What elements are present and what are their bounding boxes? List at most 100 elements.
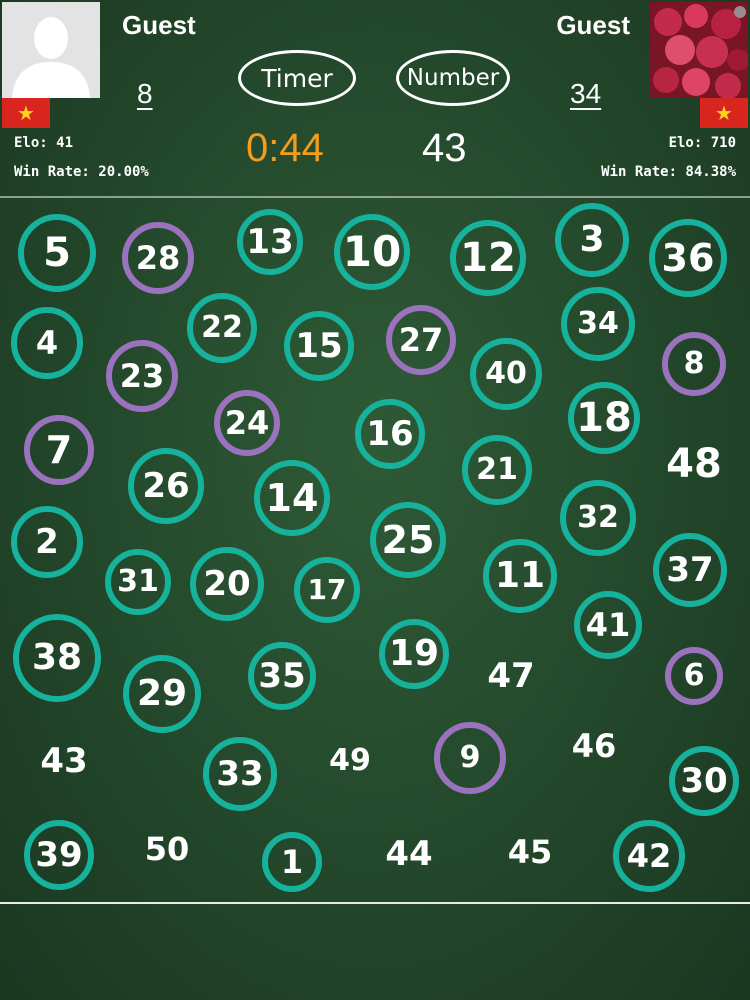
number-tile[interactable]: 15 [279, 306, 359, 386]
tile-number: 50 [144, 830, 190, 868]
number-tile[interactable]: 12 [448, 218, 528, 298]
number-tile[interactable]: 34 [558, 284, 638, 364]
tile-number: 32 [577, 500, 619, 535]
tile-number: 2 [35, 522, 59, 562]
player-left-avatar [2, 2, 100, 98]
tile-number: 27 [398, 321, 444, 359]
number-tile[interactable]: 6 [654, 636, 734, 716]
player-right-win-rate: Win Rate: 84.38% [601, 164, 736, 180]
tile-number: 42 [626, 837, 672, 875]
tile-number: 25 [381, 518, 435, 562]
tile-number: 24 [224, 404, 270, 442]
number-tile[interactable]: 25 [368, 500, 448, 580]
tile-number: 5 [43, 230, 71, 276]
number-tile[interactable]: 40 [466, 334, 546, 414]
number-tile[interactable]: 23 [102, 336, 182, 416]
number-tile[interactable]: 4 [7, 303, 87, 383]
number-tile[interactable]: 5 [17, 213, 97, 293]
timer-button[interactable]: Timer [238, 50, 356, 106]
tile-number: 43 [40, 741, 88, 781]
number-tile[interactable]: 3 [552, 200, 632, 280]
number-tile[interactable]: 29 [122, 654, 202, 734]
tile-number: 18 [576, 395, 632, 441]
number-tile[interactable]: 13 [230, 202, 310, 282]
tile-number: 15 [295, 326, 343, 366]
player-right-score: 34 [570, 78, 602, 109]
player-right-name: Guest [556, 10, 630, 40]
tile-number: 7 [45, 428, 73, 472]
game-header: ★ Guest 8 Elo: 41 Win Rate: 20.00% ★ Gue… [0, 0, 750, 195]
board-bottom-line [0, 902, 750, 904]
player-right-elo: Elo: 710 [668, 135, 736, 151]
number-tile[interactable]: 30 [664, 741, 744, 821]
tile-number: 39 [35, 835, 83, 875]
number-tile[interactable]: 37 [650, 530, 730, 610]
target-number: 43 [422, 126, 467, 170]
number-tile[interactable]: 24 [207, 383, 287, 463]
tile-number: 16 [366, 414, 414, 454]
number-tile[interactable]: 43 [24, 721, 104, 801]
number-tile[interactable]: 49 [310, 721, 390, 801]
number-tile[interactable]: 50 [127, 809, 207, 889]
number-tile[interactable]: 8 [654, 324, 734, 404]
number-tile[interactable]: 35 [242, 636, 322, 716]
number-tile[interactable]: 7 [19, 410, 99, 490]
tile-number: 8 [683, 346, 705, 381]
number-tile[interactable]: 9 [430, 718, 510, 798]
timer-countdown: 0:44 [246, 126, 324, 170]
number-button[interactable]: Number [396, 50, 510, 106]
number-tile[interactable]: 38 [13, 614, 101, 702]
number-tile[interactable]: 26 [126, 446, 206, 526]
number-tile[interactable]: 10 [332, 212, 412, 292]
number-board: 5 28 13 10 12 3 36 4 22 15 27 34 23 40 8 24 18 7 16 48 26 14 2… [0, 198, 750, 902]
number-tile[interactable]: 18 [564, 378, 644, 458]
tile-number: 36 [661, 236, 715, 280]
tile-number: 19 [388, 633, 440, 674]
tile-number: 30 [680, 761, 728, 801]
number-tile[interactable]: 45 [490, 812, 570, 892]
number-tile[interactable]: 32 [558, 478, 638, 558]
tile-number: 49 [329, 743, 371, 778]
tile-number: 46 [571, 727, 617, 765]
number-tile[interactable]: 22 [182, 288, 262, 368]
tile-number: 33 [216, 754, 264, 794]
number-tile[interactable]: 27 [381, 300, 461, 380]
number-tile[interactable]: 41 [568, 585, 648, 665]
tile-number: 23 [119, 357, 165, 395]
tile-number: 12 [460, 235, 516, 281]
number-tile[interactable]: 36 [648, 218, 728, 298]
player-left-elo: Elo: 41 [14, 135, 74, 151]
flag-icon: ★ [2, 98, 50, 128]
number-tile[interactable]: 1 [252, 822, 332, 902]
number-tile[interactable]: 33 [200, 734, 280, 814]
number-tile[interactable]: 39 [19, 815, 99, 895]
number-tile[interactable]: 20 [187, 544, 267, 624]
tile-number: 44 [385, 834, 433, 874]
tile-number: 10 [342, 227, 402, 276]
tile-number: 13 [246, 222, 294, 262]
tile-number: 14 [265, 476, 319, 520]
number-tile[interactable]: 31 [98, 542, 178, 622]
roses-photo-icon [650, 2, 748, 98]
tile-number: 35 [258, 656, 306, 696]
number-tile[interactable]: 28 [118, 218, 198, 298]
tile-number: 37 [666, 550, 714, 590]
number-tile[interactable]: 44 [369, 814, 449, 894]
number-tile[interactable]: 21 [457, 430, 537, 510]
number-tile[interactable]: 17 [287, 550, 367, 630]
number-tile[interactable]: 42 [609, 816, 689, 896]
flag-icon: ★ [700, 98, 748, 128]
number-tile[interactable]: 14 [252, 458, 332, 538]
number-tile[interactable]: 46 [554, 706, 634, 786]
tile-number: 40 [485, 356, 527, 391]
tile-number: 21 [476, 452, 518, 487]
number-tile[interactable]: 11 [480, 536, 560, 616]
number-tile[interactable]: 19 [374, 614, 454, 694]
tile-number: 20 [203, 564, 251, 604]
number-tile[interactable]: 2 [7, 502, 87, 582]
tile-number: 11 [494, 555, 546, 596]
number-tile[interactable]: 47 [471, 636, 551, 716]
number-tile[interactable]: 16 [350, 394, 430, 474]
tile-number: 6 [683, 658, 705, 693]
number-tile[interactable]: 48 [654, 424, 734, 504]
